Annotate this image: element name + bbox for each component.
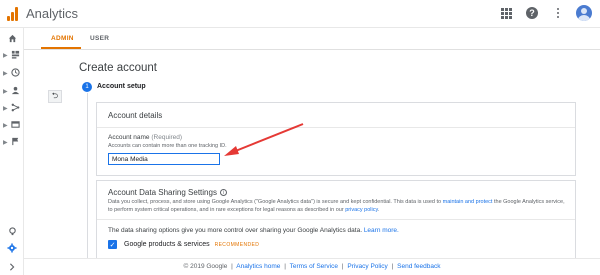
top-bar: Analytics ?	[0, 0, 600, 28]
admin-tabs: ADMIN USER	[24, 28, 600, 50]
help-icon[interactable]: ?	[524, 5, 540, 21]
desc-text-1: Data you collect, process, and store usi…	[108, 199, 443, 205]
account-name-hint: Accounts can contain more than one track…	[108, 143, 227, 149]
data-sharing-title: Account Data Sharing Settings	[108, 188, 217, 197]
analytics-logo[interactable]	[7, 7, 18, 21]
page-title: Create account	[79, 62, 157, 74]
divider	[97, 219, 575, 220]
data-sharing-header: Account Data Sharing Settings i	[108, 188, 227, 197]
expand-icon[interactable]	[0, 259, 24, 275]
required-label: (Required)	[151, 134, 183, 141]
account-details-card: Account details Account name (Required) …	[96, 102, 576, 176]
google-products-checkbox[interactable]: ✓	[108, 240, 117, 249]
home-icon[interactable]	[0, 30, 24, 46]
privacy-policy-link[interactable]: privacy policy	[345, 207, 378, 213]
back-arrow-icon: ⮌	[51, 90, 59, 100]
acquisition-icon[interactable]: ▶	[0, 100, 24, 116]
step-label: Account setup	[97, 83, 146, 90]
realtime-icon[interactable]: ▶	[0, 65, 24, 81]
footer-link-privacy[interactable]: Privacy Policy	[347, 263, 387, 270]
top-icons: ?	[498, 5, 592, 21]
discover-icon[interactable]	[0, 223, 24, 239]
sharing-options-text: The data sharing options give you more c…	[108, 227, 399, 234]
divider	[97, 127, 575, 128]
more-vert-icon[interactable]	[550, 5, 566, 21]
google-products-label-text: Google products & services	[124, 241, 210, 248]
info-icon[interactable]: i	[219, 189, 227, 196]
tab-user[interactable]: USER	[90, 35, 109, 42]
desc-text-3: to perform system critical operations, a…	[108, 206, 346, 213]
footer: © 2019 Google | Analytics home | Terms o…	[24, 258, 600, 275]
back-button[interactable]: ⮌	[48, 90, 62, 103]
desc-text-4: .	[377, 206, 380, 213]
footer-link-terms[interactable]: Terms of Service	[290, 263, 338, 270]
data-sharing-description: Data you collect, process, and store usi…	[108, 199, 570, 214]
account-name-label: Account name (Required)	[108, 134, 182, 141]
maintain-protect-link[interactable]: maintain and protect	[443, 199, 493, 205]
left-rail: ▶ ▶ ▶ ▶ ▶ ▶	[0, 28, 24, 275]
desc-text-2: the Google Analytics service,	[492, 199, 565, 205]
account-name-input[interactable]	[108, 153, 220, 165]
account-details-header: Account details	[108, 111, 163, 120]
footer-link-feedback[interactable]: Send feedback	[397, 263, 440, 270]
apps-icon[interactable]	[498, 5, 514, 21]
footer-link-analytics-home[interactable]: Analytics home	[236, 263, 280, 270]
recommended-badge: RECOMMENDED	[214, 242, 260, 248]
admin-gear-icon[interactable]	[0, 240, 24, 256]
account-avatar[interactable]	[576, 5, 592, 21]
tab-admin[interactable]: ADMIN	[51, 35, 74, 42]
copyright: © 2019 Google	[183, 263, 228, 270]
audience-icon[interactable]: ▶	[0, 83, 24, 99]
step-indicator: 1	[82, 82, 92, 92]
app-title: Analytics	[26, 6, 79, 21]
account-name-label-text: Account name	[108, 134, 150, 141]
learn-more-link[interactable]: Learn more.	[364, 227, 399, 234]
check-icon: ✓	[109, 241, 116, 249]
tab-active-indicator	[41, 47, 81, 49]
customization-icon[interactable]: ▶	[0, 47, 24, 63]
behavior-icon[interactable]: ▶	[0, 117, 24, 133]
google-products-label: Google products & services RECOMMENDED	[124, 241, 259, 248]
stepper-line	[87, 93, 88, 275]
conversions-icon[interactable]: ▶	[0, 134, 24, 150]
sharing-options-desc: The data sharing options give you more c…	[108, 227, 364, 234]
